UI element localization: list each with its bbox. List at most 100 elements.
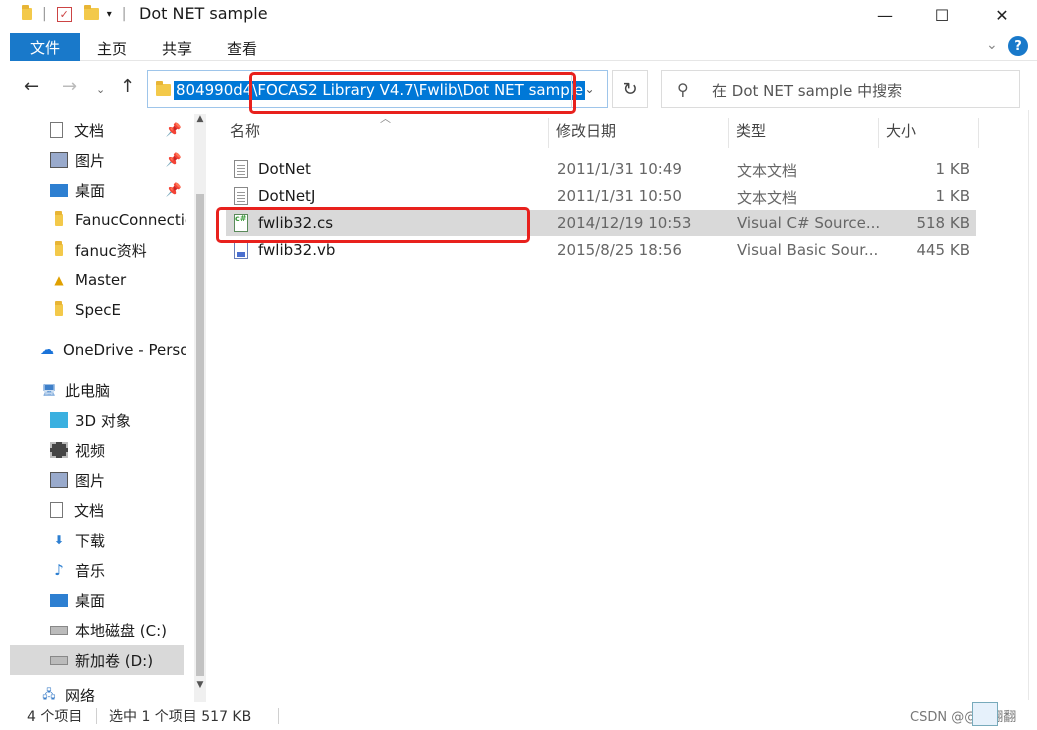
sidebar-item-label: 视频 [75, 441, 106, 460]
folder-icon [50, 241, 68, 258]
tab-share[interactable]: 共享 [162, 38, 192, 59]
sidebar-item-label: FanucConnectio [75, 211, 186, 229]
help-button[interactable]: ? [1008, 36, 1028, 56]
new-folder-icon[interactable] [83, 5, 99, 20]
sidebar-item-desktop[interactable]: 桌面 [10, 585, 186, 615]
sidebar-item-drive-c[interactable]: 本地磁盘 (C:) [10, 615, 186, 645]
drive-icon [50, 625, 68, 635]
pictures-icon [50, 472, 68, 488]
customize-toolbar-icon[interactable]: ▾ [107, 9, 112, 20]
sidebar-item-label: 桌面 [75, 591, 106, 610]
sidebar-item-network[interactable]: 🖧 网络 [10, 685, 186, 703]
table-row[interactable]: DotNetJ 2011/1/31 10:50 文本文档 1 KB [226, 183, 976, 209]
column-divider[interactable] [978, 118, 979, 148]
tab-view[interactable]: 查看 [227, 38, 257, 59]
sidebar-item-drive-d[interactable]: 新加卷 (D:) [10, 645, 184, 675]
title-bar: | ✓ ▾ | Dot NET sample — ☐ ✕ [0, 0, 1037, 30]
column-header-name[interactable]: 名称 [230, 120, 260, 141]
document-icon [50, 122, 63, 138]
back-button[interactable]: ← [24, 76, 39, 97]
forward-button[interactable]: → [62, 76, 77, 97]
scroll-down-icon[interactable]: ▼ [194, 680, 206, 690]
status-bar: 4 个项目 选中 1 个项目 517 KB CSDN @@播翻翻 [10, 702, 1037, 730]
computer-icon: 🖥 [41, 383, 57, 397]
pin-icon: 📌 [165, 152, 182, 168]
column-header-type[interactable]: 类型 [736, 120, 766, 141]
sidebar-scroll-thumb[interactable] [196, 194, 204, 676]
status-separator [278, 708, 279, 724]
address-dropdown-button[interactable]: ⌄ [571, 70, 608, 108]
close-button[interactable]: ✕ [979, 0, 1025, 30]
sidebar-item-videos[interactable]: 视频 [10, 435, 186, 465]
file-name: DotNetJ [258, 187, 316, 205]
folder-icon [50, 301, 68, 318]
folder-icon [156, 81, 171, 96]
sidebar-item-onedrive[interactable]: ☁ OneDrive - Perso [10, 335, 186, 365]
sidebar-item-label: Master [75, 271, 127, 289]
sidebar-item-label: fanuc资料 [75, 241, 147, 260]
file-name: DotNet [258, 160, 311, 178]
sidebar-item-3d-objects[interactable]: 3D 对象 [10, 405, 186, 435]
file-type: Visual Basic Sour... [737, 241, 879, 259]
text-file-icon [234, 160, 248, 178]
large-icons-view-button[interactable] [1000, 702, 1026, 726]
desktop-icon [50, 593, 68, 607]
recent-locations-icon[interactable]: ⌄ [96, 83, 105, 96]
details-view-button[interactable] [972, 702, 998, 726]
sidebar-item-music[interactable]: ♪ 音乐 [10, 555, 186, 585]
column-divider[interactable] [728, 118, 729, 148]
sidebar-item-master[interactable]: ▲ Master [10, 265, 186, 295]
desktop-icon [50, 183, 68, 197]
folder-icon [22, 5, 32, 20]
table-row[interactable]: DotNet 2011/1/31 10:49 文本文档 1 KB [226, 156, 976, 182]
search-input[interactable]: ⚲ 在 Dot NET sample 中搜索 [661, 70, 1020, 108]
column-header-modified[interactable]: 修改日期 [556, 120, 616, 141]
maximize-button[interactable]: ☐ [919, 0, 965, 30]
sidebar-item-fanuc-docs[interactable]: fanuc资料 [10, 235, 186, 265]
sidebar-item-documents-quick[interactable]: 文档 📌 [10, 115, 186, 145]
sidebar-item-pictures[interactable]: 图片 [10, 465, 186, 495]
document-icon [50, 502, 63, 518]
file-type: Visual C# Source... [737, 214, 881, 232]
separator: | [42, 6, 47, 22]
sidebar-item-label: 下载 [75, 531, 106, 550]
refresh-button[interactable]: ↻ [612, 70, 648, 108]
sidebar-item-documents[interactable]: 文档 [10, 495, 186, 525]
pin-icon: 📌 [165, 122, 182, 138]
pin-icon: 📌 [165, 182, 182, 198]
sidebar-item-spece[interactable]: SpecE [10, 295, 186, 325]
expand-ribbon-icon[interactable]: ⌄ [986, 37, 998, 53]
sidebar-item-label: SpecE [75, 301, 121, 319]
column-divider[interactable] [878, 118, 879, 148]
scroll-up-icon[interactable]: ▲ [194, 114, 206, 124]
sidebar-item-label: 音乐 [75, 561, 106, 580]
file-modified: 2011/1/31 10:50 [557, 187, 682, 205]
file-name: fwlib32.vb [258, 241, 336, 259]
highlight-box-path [249, 72, 576, 114]
highlight-box-file [216, 207, 530, 243]
sidebar-item-desktop-quick[interactable]: 桌面 📌 [10, 175, 186, 205]
search-icon: ⚲ [677, 80, 689, 99]
file-size: 445 KB [916, 241, 970, 259]
file-modified: 2015/8/25 18:56 [557, 241, 682, 259]
sidebar-item-pictures-quick[interactable]: 图片 📌 [10, 145, 186, 175]
sidebar-item-downloads[interactable]: ⬇ 下载 [10, 525, 186, 555]
column-divider[interactable] [548, 118, 549, 148]
file-tab[interactable]: 文件 [10, 33, 80, 61]
sidebar-item-label: 此电脑 [65, 381, 111, 400]
sidebar-item-fanucconnection[interactable]: FanucConnectio [10, 205, 186, 235]
sidebar-item-this-pc[interactable]: 🖥 此电脑 [10, 375, 186, 405]
up-button[interactable]: ↑ [120, 76, 135, 97]
sidebar-item-label: 新加卷 (D:) [75, 651, 154, 670]
minimize-button[interactable]: — [862, 0, 908, 30]
column-header-size[interactable]: 大小 [886, 120, 916, 141]
3d-objects-icon [50, 412, 68, 428]
text-file-icon [234, 187, 248, 205]
tab-home[interactable]: 主页 [97, 38, 127, 59]
sidebar-item-label: 3D 对象 [75, 411, 131, 430]
separator: | [121, 6, 127, 22]
navigation-pane: 文档 📌 图片 📌 桌面 📌 FanucConnectio fanuc资料 ▲ … [10, 114, 206, 702]
sidebar-item-label: 图片 [75, 471, 106, 490]
onedrive-icon: ☁ [40, 342, 54, 358]
properties-icon[interactable]: ✓ [56, 6, 72, 22]
